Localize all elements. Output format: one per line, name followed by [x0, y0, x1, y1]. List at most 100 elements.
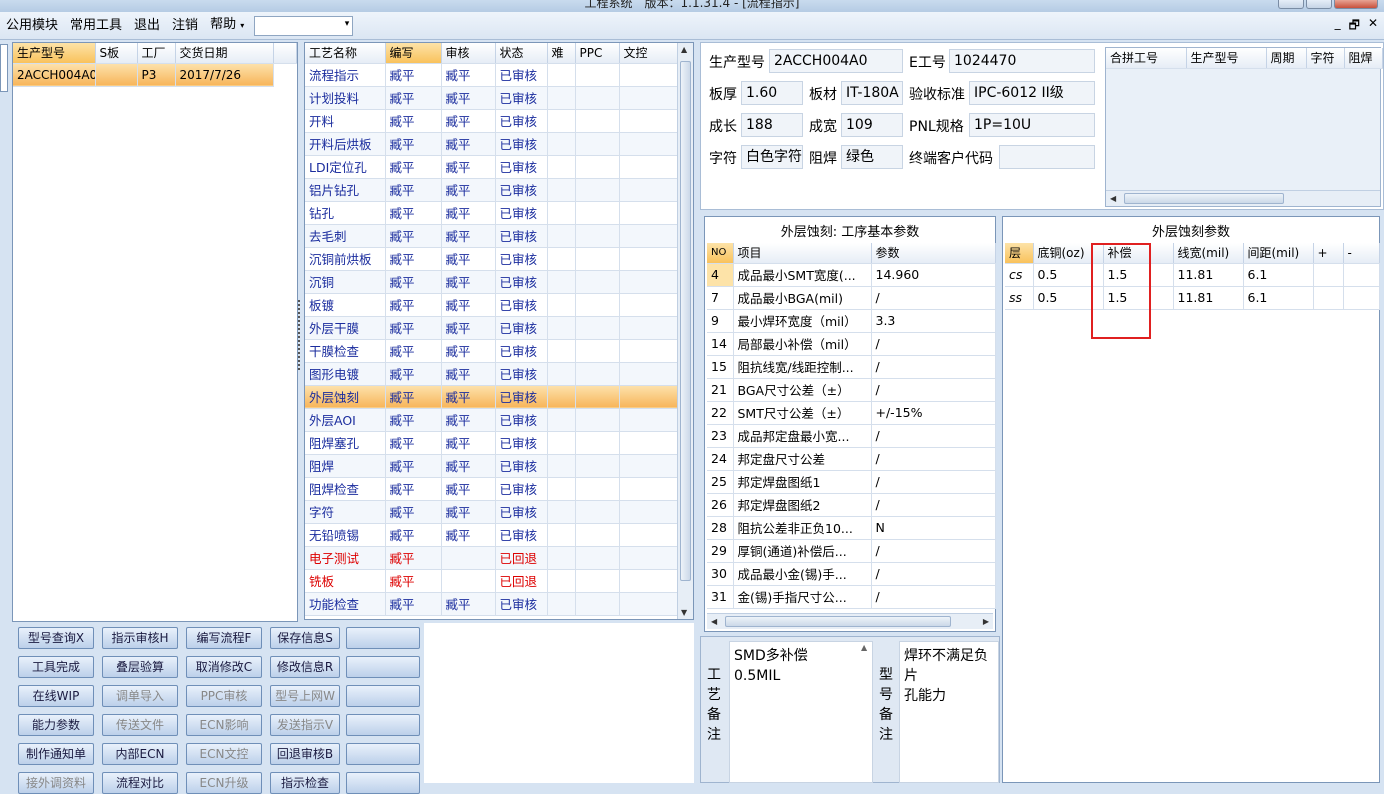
col-header-delivery-date[interactable]: 交货日期 — [175, 43, 274, 64]
scroll-left-icon[interactable]: ◀ — [1110, 194, 1116, 203]
collapsed-side-tab[interactable] — [0, 44, 8, 92]
table-row[interactable]: 9 最小焊环宽度（mil） 3.3 — [707, 309, 996, 333]
col-header-ppc[interactable]: PPC — [575, 43, 620, 64]
col-header-status[interactable]: 状态 — [495, 43, 548, 64]
action-button[interactable]: 指示审核H — [102, 627, 178, 649]
table-row[interactable]: LDI定位孔 臧平 臧平 已审核 — [305, 155, 678, 179]
col-header-merge-model[interactable]: 生产型号 — [1186, 48, 1267, 69]
blank-button[interactable] — [346, 714, 420, 736]
action-button[interactable]: 内部ECN — [102, 743, 178, 765]
action-button[interactable]: 型号查询X — [18, 627, 94, 649]
table-row[interactable]: 25 邦定焊盘图纸1/ — [707, 470, 996, 494]
e-number-field[interactable]: 1024470 — [949, 49, 1095, 73]
scroll-up-icon[interactable]: ▲ — [861, 643, 867, 652]
col-header-difficulty[interactable]: 难 — [547, 43, 576, 64]
table-row[interactable]: 阻焊 臧平 臧平 已审核 — [305, 454, 678, 478]
action-button[interactable]: 回退审核B — [270, 743, 340, 765]
action-button[interactable]: 工具完成 — [18, 656, 94, 678]
col-header-reviewer[interactable]: 审核 — [441, 43, 496, 64]
table-row[interactable]: 外层蚀刻 臧平 臧平 已审核 — [305, 385, 678, 409]
table-row[interactable]: 字符 臧平 臧平 已审核 — [305, 500, 678, 524]
table-row[interactable]: 外层干膜 臧平 臧平 已审核 — [305, 316, 678, 340]
table-row[interactable]: 24 邦定盘尺寸公差 / — [707, 447, 996, 471]
action-button[interactable]: 型号上网W — [270, 685, 340, 707]
splitter-grip[interactable] — [298, 300, 302, 370]
action-button[interactable]: ECN文控 — [186, 743, 262, 765]
table-row[interactable]: 钻孔 臧平 臧平 已审核 — [305, 201, 678, 225]
table-row[interactable]: 图形电镀 臧平 臧平 已审核 — [305, 362, 678, 386]
customer-code-field[interactable] — [999, 145, 1095, 169]
scroll-right-icon[interactable]: ▶ — [983, 617, 989, 626]
table-row[interactable]: 功能检查 臧平 臧平 已审核 — [305, 592, 678, 616]
action-button[interactable]: ECN影响 — [186, 714, 262, 736]
action-button[interactable]: 编写流程F — [186, 627, 262, 649]
action-button[interactable]: PPC审核 — [186, 685, 262, 707]
scroll-down-icon[interactable]: ▼ — [681, 608, 687, 617]
menu-help[interactable]: 帮助 ▾ — [204, 11, 250, 40]
material-field[interactable]: IT-180A — [841, 81, 903, 105]
length-field[interactable]: 188 — [741, 113, 803, 137]
table-row[interactable]: 铝片钻孔 臧平 臧平 已审核 — [305, 178, 678, 202]
table-row[interactable]: 2ACCH004A0 P3 2017/7/26 — [13, 63, 297, 87]
remove-row-button[interactable]: - — [1343, 243, 1380, 264]
table-row[interactable]: 去毛刺 臧平 臧平 已审核 — [305, 224, 678, 248]
table-row[interactable]: 板镀 臧平 臧平 已审核 — [305, 293, 678, 317]
table-row[interactable]: 29 厚铜(通道)补偿后... / — [707, 539, 996, 563]
menu-common-tools[interactable]: 常用工具 — [64, 12, 128, 40]
scroll-thumb[interactable] — [725, 616, 951, 627]
table-row[interactable]: 阻焊检查 臧平 臧平 已审核 — [305, 477, 678, 501]
col-header-param[interactable]: 参数 — [871, 243, 996, 264]
table-row[interactable]: 干膜检查 臧平 臧平 已审核 — [305, 339, 678, 363]
add-row-button[interactable]: + — [1313, 243, 1344, 264]
col-header-process-name[interactable]: 工艺名称 — [305, 43, 386, 64]
table-row[interactable]: 外层AOI 臧平 臧平 已审核 — [305, 408, 678, 432]
table-row[interactable]: 21 BGA尺寸公差（±） / — [707, 378, 996, 402]
table-row[interactable]: cs 0.5 1.5 11.81 6.1 — [1005, 263, 1380, 287]
scroll-up-icon[interactable]: ▲ — [681, 45, 687, 54]
scroll-thumb[interactable] — [1124, 193, 1284, 204]
table-row[interactable]: 26 邦定焊盘图纸2/ — [707, 493, 996, 517]
table-row[interactable]: 开料 臧平 臧平 已审核 — [305, 109, 678, 133]
standard-field[interactable]: IPC-6012 II级 — [969, 81, 1095, 105]
col-header-merge-cycle[interactable]: 周期 — [1266, 48, 1307, 69]
model-notes-field[interactable]: 焊环不满足负片 孔能力 — [899, 641, 999, 783]
mdi-minimize-icon[interactable]: _ — [1335, 16, 1341, 37]
col-header-model[interactable]: 生产型号 — [13, 43, 96, 64]
menu-exit[interactable]: 退出 — [128, 12, 166, 40]
table-row[interactable]: 铣板 臧平 已回退 — [305, 569, 678, 593]
width-field[interactable]: 109 — [841, 113, 903, 137]
table-row[interactable]: 阻焊塞孔 臧平 臧平 已审核 — [305, 431, 678, 455]
menu-logout[interactable]: 注销 — [166, 12, 204, 40]
window-maximize-button[interactable] — [1306, 0, 1332, 9]
col-header-layer[interactable]: 层 — [1005, 243, 1034, 264]
pnl-field[interactable]: 1P=10U — [969, 113, 1095, 137]
menu-public-modules[interactable]: 公用模块 — [0, 12, 64, 40]
action-button[interactable]: 流程对比 — [102, 772, 178, 794]
col-header-line-width[interactable]: 线宽(mil) — [1173, 243, 1244, 264]
action-button[interactable]: 能力参数 — [18, 714, 94, 736]
table-row[interactable]: 开料后烘板 臧平 臧平 已审核 — [305, 132, 678, 156]
scroll-left-icon[interactable]: ◀ — [711, 617, 717, 626]
mdi-restore-icon[interactable]: 🗗 — [1349, 16, 1360, 37]
blank-button[interactable] — [346, 656, 420, 678]
action-button[interactable]: 接外调资料 — [18, 772, 94, 794]
blank-button[interactable] — [346, 627, 420, 649]
action-button[interactable]: 调单导入 — [102, 685, 178, 707]
col-header-factory[interactable]: 工厂 — [137, 43, 176, 64]
table-row[interactable]: 无铅喷锡 臧平 臧平 已审核 — [305, 523, 678, 547]
col-header-merge-mask[interactable]: 阻焊 — [1344, 48, 1383, 69]
table-row[interactable]: 22 SMT尺寸公差（±） +/-15% — [707, 401, 996, 425]
scroll-thumb[interactable] — [680, 61, 691, 581]
table-row[interactable]: 沉铜 臧平 臧平 已审核 — [305, 270, 678, 294]
col-header-merge-no[interactable]: 合拼工号 — [1106, 48, 1187, 69]
etch-basic-horizontal-scrollbar[interactable]: ◀ ▶ — [707, 613, 993, 629]
action-button[interactable]: 制作通知单 — [18, 743, 94, 765]
table-row[interactable]: ss 0.5 1.5 11.81 6.1 — [1005, 286, 1380, 310]
window-minimize-button[interactable] — [1278, 0, 1304, 9]
action-button[interactable]: 发送指示V — [270, 714, 340, 736]
table-row[interactable]: 23 成品邦定盘最小宽... / — [707, 424, 996, 448]
action-button[interactable]: 在线WIP — [18, 685, 94, 707]
table-row[interactable]: 15 阻抗线宽/线距控制... / — [707, 355, 996, 379]
table-row[interactable]: 30 成品最小金(锡)手... / — [707, 562, 996, 586]
col-header-merge-char[interactable]: 字符 — [1306, 48, 1345, 69]
